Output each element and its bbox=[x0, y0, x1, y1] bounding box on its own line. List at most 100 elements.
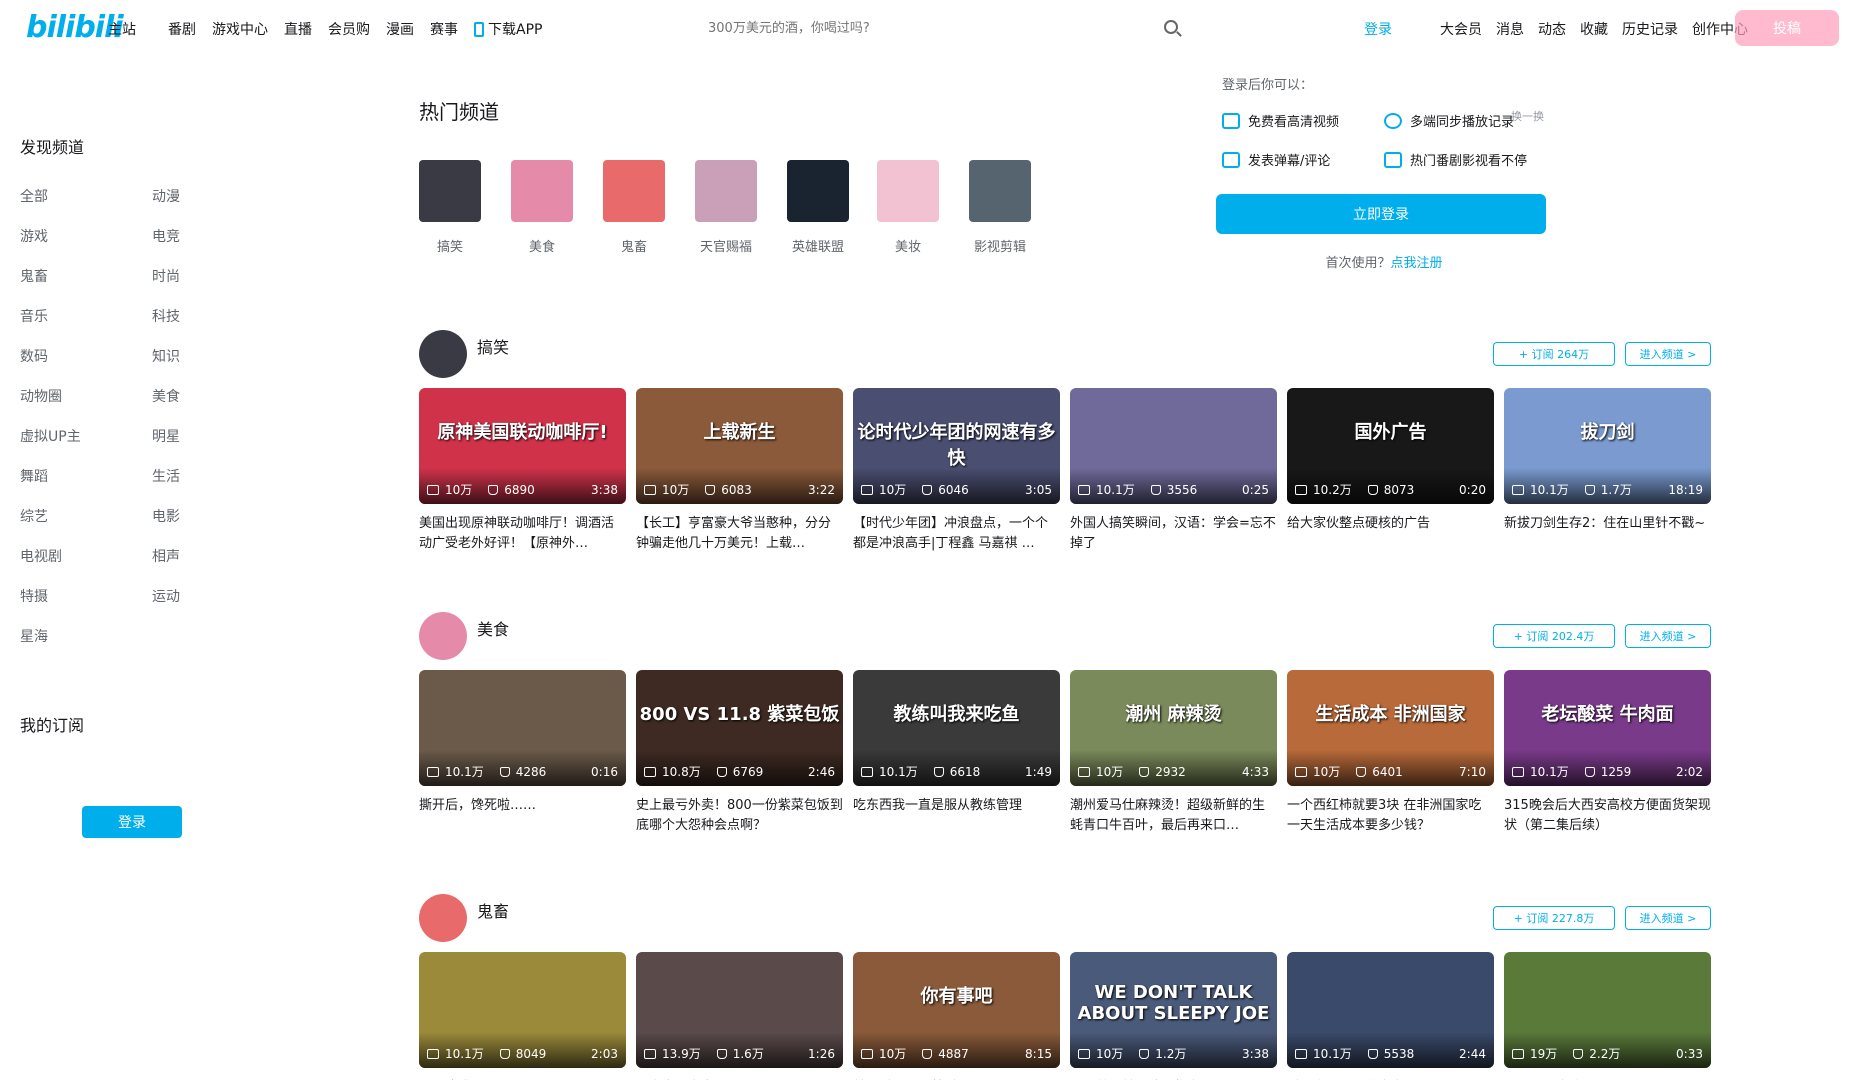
sidebar-item[interactable]: 运动 bbox=[152, 586, 212, 605]
nav-vip[interactable]: 大会员 bbox=[1440, 19, 1482, 39]
video-thumbnail[interactable]: 教练叫我来吃鱼 10.1万 6618 1:49 bbox=[853, 670, 1060, 786]
hot-channel[interactable]: 影视剪辑 bbox=[946, 160, 1054, 255]
video-thumbnail[interactable]: 19万 2.2万 0:33 bbox=[1504, 952, 1711, 1068]
sidebar-item[interactable]: 动漫 bbox=[152, 186, 212, 205]
enter-channel-button[interactable]: 进入频道 > bbox=[1625, 342, 1711, 366]
sidebar-item[interactable]: 相声 bbox=[152, 546, 212, 565]
nav-favorites[interactable]: 收藏 bbox=[1580, 19, 1608, 39]
video-card[interactable]: 你有事吧10万48878:15美脱时代，三梦时代 bbox=[853, 952, 1060, 1080]
video-thumbnail[interactable]: 10.1万 5538 2:44 bbox=[1287, 952, 1494, 1068]
video-title[interactable]: 一个西红柿就要3块 在非洲国家吃一天生活成本要多少钱？ bbox=[1287, 796, 1494, 836]
subscribe-button[interactable]: + 订阅 264万 bbox=[1493, 342, 1615, 366]
sidebar-item[interactable]: 全部 bbox=[20, 186, 152, 205]
section-title[interactable]: 搞笑 bbox=[477, 334, 509, 358]
video-card[interactable]: 10.1万 4286 0:16 撕开后，馋死啦…… bbox=[419, 670, 626, 836]
video-title[interactable]: 新拔刀剑生存2：住在山里针不戳~ bbox=[1504, 514, 1711, 554]
video-thumbnail[interactable]: 10.1万 3556 0:25 bbox=[1070, 388, 1277, 504]
video-card[interactable]: 原神美国联动咖啡厅! 10万 6890 3:38 美国出现原神联动咖啡厅！调酒活动广受老… bbox=[419, 388, 626, 554]
upload-button[interactable]: 投稿 bbox=[1735, 10, 1839, 46]
sidebar-item[interactable]: 星海 bbox=[20, 626, 152, 645]
video-card[interactable]: 老坛酸菜 牛肉面 10.1万 1259 2:02 315晚会后大西安高校方便面货架现状（… bbox=[1504, 670, 1711, 836]
sidebar-item[interactable]: 动物圈 bbox=[20, 386, 152, 405]
video-title[interactable]: 给大家伙整点硬核的广告 bbox=[1287, 514, 1494, 554]
subscribe-button[interactable]: + 订阅 202.4万 bbox=[1493, 624, 1615, 648]
header-login-link[interactable]: 登录 bbox=[1364, 19, 1392, 39]
video-thumbnail[interactable]: 你有事吧 10万 4887 8:15 bbox=[853, 952, 1060, 1068]
sidebar-item[interactable]: 明星 bbox=[152, 426, 212, 445]
video-thumbnail[interactable]: WE DON'T TALK ABOUT SLEEPY JOE 10万 1.2万 3:3… bbox=[1070, 952, 1277, 1068]
nav-main-site[interactable]: 主站 bbox=[108, 19, 136, 39]
video-card[interactable]: 上载新生 10万 6083 3:22 【长工】亨富豪大爷当憨种，分分钟骗走他几十万美元！… bbox=[636, 388, 843, 554]
sidebar-item[interactable]: 综艺 bbox=[20, 506, 152, 525]
video-title[interactable]: 史上最亏外卖！800一份紫菜包饭到底哪个大怨种会点啊？ bbox=[636, 796, 843, 836]
sidebar-item[interactable]: 虚拟UP主 bbox=[20, 426, 152, 445]
video-card[interactable]: 10.1万80492:03纵天成佛记 bbox=[419, 952, 626, 1080]
nav-history[interactable]: 历史记录 bbox=[1622, 19, 1678, 39]
sidebar-item[interactable]: 电竞 bbox=[152, 226, 212, 245]
nav-esports[interactable]: 赛事 bbox=[430, 19, 458, 39]
sidebar-item[interactable]: 生活 bbox=[152, 466, 212, 485]
video-card[interactable]: 800 VS 11.8 紫菜包饭 10.8万 6769 2:46 史上最亏外卖！800一… bbox=[636, 670, 843, 836]
video-thumbnail[interactable]: 国外广告 10.2万 8073 0:20 bbox=[1287, 388, 1494, 504]
sidebar-item[interactable]: 音乐 bbox=[20, 306, 152, 325]
nav-game-center[interactable]: 游戏中心 bbox=[212, 19, 268, 39]
nav-live[interactable]: 直播 bbox=[284, 19, 312, 39]
sidebar-item[interactable]: 游戏 bbox=[20, 226, 152, 245]
nav-anime[interactable]: 番剧 bbox=[168, 19, 196, 39]
video-card[interactable]: WE DON'T TALK ABOUT SLEEPY JOE 10万 1.2万 3:3… bbox=[1070, 952, 1277, 1080]
video-thumbnail[interactable]: 生活成本 非洲国家 10万 6401 7:10 bbox=[1287, 670, 1494, 786]
sidebar-item[interactable]: 知识 bbox=[152, 346, 212, 365]
video-thumbnail[interactable]: 论时代少年团的网速有多快 10万 6046 3:05 bbox=[853, 388, 1060, 504]
swap-link[interactable]: 换一换 bbox=[1511, 108, 1544, 124]
sidebar-item[interactable]: 美食 bbox=[152, 386, 212, 405]
nav-messages[interactable]: 消息 bbox=[1496, 19, 1524, 39]
download-app-link[interactable]: 下载APP bbox=[474, 19, 542, 39]
enter-channel-button[interactable]: 进入频道 > bbox=[1625, 624, 1711, 648]
login-now-button[interactable]: 立即登录 bbox=[1216, 194, 1546, 234]
video-card[interactable]: 10.1万55382:44时代之王，再难太空是谁 bbox=[1287, 952, 1494, 1080]
search-icon[interactable] bbox=[1164, 20, 1178, 34]
video-title[interactable]: 吃东西我一直是服从教练管理 bbox=[853, 796, 1060, 836]
video-title[interactable]: 潮州爱马仕麻辣烫！超级新鲜的生蚝青口牛百叶，最后再来口… bbox=[1070, 796, 1277, 836]
channel-avatar[interactable] bbox=[419, 894, 467, 942]
sidebar-item[interactable]: 时尚 bbox=[152, 266, 212, 285]
sidebar-item[interactable]: 特摄 bbox=[20, 586, 152, 605]
sidebar-item[interactable]: 鬼畜 bbox=[20, 266, 152, 285]
video-card[interactable]: 教练叫我来吃鱼 10.1万 6618 1:49 吃东西我一直是服从教练管理 bbox=[853, 670, 1060, 836]
register-link[interactable]: 点我注册 bbox=[1391, 256, 1443, 271]
section-title[interactable]: 鬼畜 bbox=[477, 898, 509, 922]
sidebar-item[interactable]: 舞蹈 bbox=[20, 466, 152, 485]
nav-shop[interactable]: 会员购 bbox=[328, 19, 370, 39]
channel-avatar[interactable] bbox=[419, 330, 467, 378]
nav-dynamics[interactable]: 动态 bbox=[1538, 19, 1566, 39]
video-thumbnail[interactable]: 800 VS 11.8 紫菜包饭 10.8万 6769 2:46 bbox=[636, 670, 843, 786]
video-thumbnail[interactable]: 10.1万 8049 2:03 bbox=[419, 952, 626, 1068]
video-card[interactable]: 13.9万1.6万1:26【鬼畜】鬼畜张 bbox=[636, 952, 843, 1080]
subscribe-button[interactable]: + 订阅 227.8万 bbox=[1493, 906, 1615, 930]
video-title[interactable]: 外国人搞笑瞬间，汉语：学会=忘不掉了 bbox=[1070, 514, 1277, 554]
video-title[interactable]: 【长工】亨富豪大爷当憨种，分分钟骗走他几十万美元！上载… bbox=[636, 514, 843, 554]
video-thumbnail[interactable]: 原神美国联动咖啡厅! 10万 6890 3:38 bbox=[419, 388, 626, 504]
video-thumbnail[interactable]: 10.1万 4286 0:16 bbox=[419, 670, 626, 786]
section-title[interactable]: 美食 bbox=[477, 616, 509, 640]
video-title[interactable]: 315晚会后大西安高校方便面货架现状（第二集后续） bbox=[1504, 796, 1711, 836]
sidebar-item[interactable]: 电影 bbox=[152, 506, 212, 525]
video-card[interactable]: 10.1万 3556 0:25 外国人搞笑瞬间，汉语：学会=忘不掉了 bbox=[1070, 388, 1277, 554]
video-title[interactable]: 撕开后，馋死啦…… bbox=[419, 796, 626, 836]
sidebar-login-button[interactable]: 登录 bbox=[82, 806, 182, 838]
video-card[interactable]: 19万2.2万0:33【面】天生吃面 bbox=[1504, 952, 1711, 1080]
video-card[interactable]: 潮州 麻辣烫 10万 2932 4:33 潮州爱马仕麻辣烫！超级新鲜的生蚝青口牛百叶，最… bbox=[1070, 670, 1277, 836]
video-thumbnail[interactable]: 13.9万 1.6万 1:26 bbox=[636, 952, 843, 1068]
video-card[interactable]: 拔刀剑 10.1万 1.7万 18:19 新拔刀剑生存2：住在山里针不戳~ bbox=[1504, 388, 1711, 554]
video-thumbnail[interactable]: 上载新生 10万 6083 3:22 bbox=[636, 388, 843, 504]
video-title[interactable]: 美国出现原神联动咖啡厅！调酒活动广受老外好评！【原神外… bbox=[419, 514, 626, 554]
channel-avatar[interactable] bbox=[419, 612, 467, 660]
video-card[interactable]: 国外广告 10.2万 8073 0:20 给大家伙整点硬核的广告 bbox=[1287, 388, 1494, 554]
sidebar-item[interactable]: 电视剧 bbox=[20, 546, 152, 565]
search-input[interactable] bbox=[688, 12, 1190, 44]
enter-channel-button[interactable]: 进入频道 > bbox=[1625, 906, 1711, 930]
video-thumbnail[interactable]: 老坛酸菜 牛肉面 10.1万 1259 2:02 bbox=[1504, 670, 1711, 786]
sidebar-item[interactable]: 数码 bbox=[20, 346, 152, 365]
video-card[interactable]: 生活成本 非洲国家 10万 6401 7:10 一个西红柿就要3块 在非洲国家吃一天生活… bbox=[1287, 670, 1494, 836]
sidebar-item[interactable]: 科技 bbox=[152, 306, 212, 325]
